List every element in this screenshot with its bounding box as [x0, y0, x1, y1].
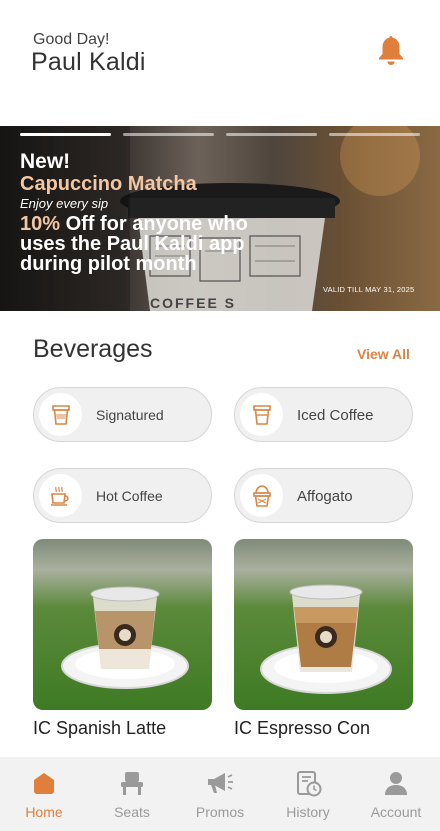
banner-offer: 10% Off for anyone who uses the Paul Kal… [20, 214, 255, 274]
banner-dot[interactable] [329, 133, 420, 136]
tab-account[interactable]: Account [352, 757, 440, 831]
category-hot-coffee[interactable]: Hot Coffee [33, 468, 212, 523]
category-label: Affogato [297, 488, 353, 505]
promo-banner[interactable]: COFFEE S New! Capuccino Matcha Enjoy eve… [0, 126, 440, 311]
banner-product-name: Capuccino Matcha [20, 173, 197, 195]
user-icon [383, 769, 409, 797]
banner-dot[interactable] [20, 133, 111, 136]
svg-text:COFFEE S: COFFEE S [150, 295, 236, 311]
category-label: Hot Coffee [96, 488, 163, 504]
tab-promos[interactable]: Promos [176, 757, 264, 831]
tab-label: Promos [195, 804, 245, 820]
iced-cup-icon [240, 393, 283, 436]
banner-dot[interactable] [123, 133, 214, 136]
tab-history[interactable]: History [264, 757, 352, 831]
cup-icon [39, 393, 82, 436]
category-affogato[interactable]: Affogato [234, 468, 413, 523]
category-signatured[interactable]: Signatured [33, 387, 212, 442]
tab-label: Seats [114, 804, 150, 820]
banner-valid-text: VALID TILL MAY 31, 2025 [323, 285, 415, 294]
banner-new-label: New! [20, 150, 71, 173]
history-icon [294, 769, 322, 797]
tab-label: History [286, 804, 330, 820]
category-label: Signatured [96, 407, 164, 423]
seat-icon [118, 769, 146, 797]
megaphone-icon [205, 769, 235, 797]
product-image [33, 539, 212, 710]
hot-mug-icon [39, 474, 82, 517]
banner-dot[interactable] [226, 133, 317, 136]
banner-offer-percent: 10% [20, 213, 61, 235]
product-card-spanish-latte[interactable]: IC Spanish Latte [33, 539, 212, 739]
bottom-tab-bar: Home Seats Promos History Account [0, 757, 440, 831]
category-iced-coffee[interactable]: Iced Coffee [234, 387, 413, 442]
tab-label: Home [25, 804, 63, 820]
bell-icon[interactable] [376, 34, 406, 66]
tab-label: Account [370, 804, 422, 820]
product-name: IC Espresso Con [234, 718, 371, 738]
home-icon [31, 769, 57, 797]
product-card-espresso-con[interactable]: IC Espresso Con [234, 539, 413, 739]
header: Good Day! Paul Kaldi [0, 0, 440, 126]
banner-pagination [20, 133, 420, 136]
greeting-text: Good Day! [33, 31, 110, 48]
tab-home[interactable]: Home [0, 757, 88, 831]
product-name: IC Spanish Latte [33, 718, 167, 738]
section-title: Beverages [33, 335, 153, 363]
tab-seats[interactable]: Seats [88, 757, 176, 831]
product-image [234, 539, 413, 710]
affogato-icon [240, 474, 283, 517]
user-name: Paul Kaldi [31, 48, 146, 76]
view-all-link[interactable]: View All [357, 346, 410, 362]
category-label: Iced Coffee [297, 407, 374, 424]
banner-tagline: Enjoy every sip [20, 196, 109, 211]
